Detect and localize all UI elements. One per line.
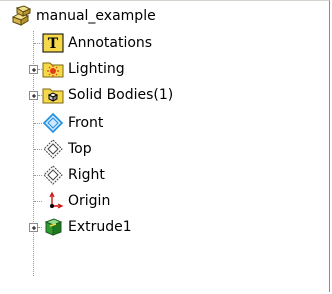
tree-item-label: Top bbox=[68, 141, 92, 157]
tree-item-lighting[interactable]: Lighting bbox=[0, 57, 329, 83]
expand-plus-icon[interactable] bbox=[29, 91, 38, 100]
tree-item-label: Origin bbox=[68, 193, 111, 209]
tree-branch-line bbox=[34, 43, 42, 44]
tree-item-extrude1[interactable]: Extrude1 bbox=[0, 215, 329, 241]
tree-item-right-plane[interactable]: Right bbox=[0, 163, 329, 189]
feature-manager-tree-panel: manual_example T Annotations Lighting So… bbox=[0, 0, 330, 292]
tree-root-row[interactable]: manual_example bbox=[0, 5, 329, 31]
tree-item-label: Front bbox=[68, 115, 104, 131]
part-icon bbox=[10, 5, 32, 27]
svg-text:T: T bbox=[48, 36, 59, 52]
tree-item-top-plane[interactable]: Top bbox=[0, 137, 329, 163]
expand-plus-icon[interactable] bbox=[29, 223, 38, 232]
tree-item-front-plane[interactable]: Front bbox=[0, 111, 329, 137]
tree-item-solid-bodies[interactable]: Solid Bodies(1) bbox=[0, 83, 329, 109]
origin-icon bbox=[42, 190, 64, 212]
tree-item-label: Extrude1 bbox=[68, 219, 132, 235]
tree-root-label: manual_example bbox=[36, 8, 156, 24]
tree-branch-line bbox=[34, 175, 42, 176]
plane-icon bbox=[42, 138, 64, 160]
plane-icon bbox=[42, 112, 64, 134]
tree-item-label: Solid Bodies(1) bbox=[68, 87, 174, 103]
tree-item-label: Lighting bbox=[68, 61, 125, 77]
tree-item-label: Annotations bbox=[68, 35, 153, 51]
expand-plus-icon[interactable] bbox=[29, 65, 38, 74]
tree-item-label: Right bbox=[68, 167, 105, 183]
tree-item-origin[interactable]: Origin bbox=[0, 189, 329, 215]
tree-branch-line bbox=[34, 123, 42, 124]
lighting-folder-icon bbox=[42, 59, 64, 81]
feature-tree: manual_example T Annotations Lighting So… bbox=[0, 1, 329, 292]
plane-icon bbox=[42, 164, 64, 186]
tree-item-annotations[interactable]: T Annotations bbox=[0, 31, 329, 57]
tree-branch-line bbox=[34, 149, 42, 150]
annotations-icon: T bbox=[42, 33, 64, 55]
tree-branch-line bbox=[34, 201, 42, 202]
solid-bodies-folder-icon bbox=[42, 85, 64, 107]
extrude-icon bbox=[42, 216, 64, 238]
